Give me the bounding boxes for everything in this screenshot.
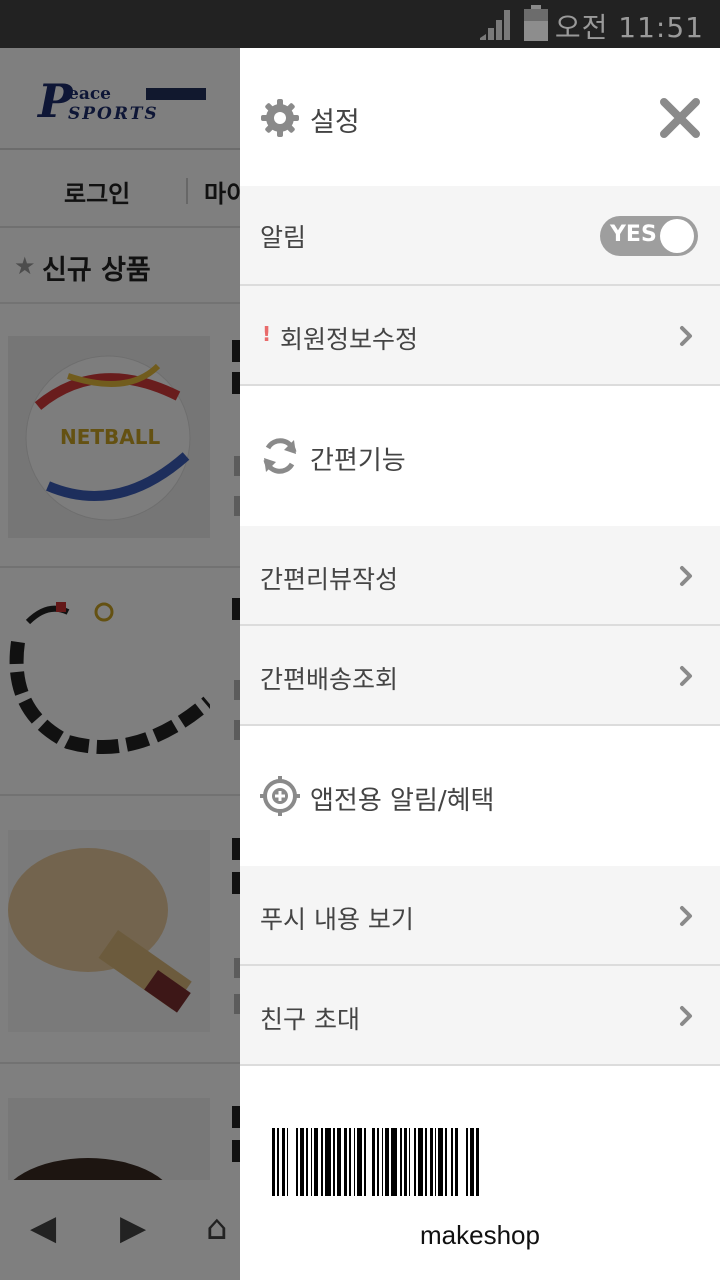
target-plus-icon <box>260 776 300 816</box>
barcode-image <box>272 1128 479 1196</box>
push-view-row[interactable]: 푸시 내용 보기 <box>240 866 720 966</box>
chevron-right-icon <box>680 326 692 346</box>
status-bar: 오전 11:51 <box>0 0 720 48</box>
refresh-icon <box>263 438 297 474</box>
chevron-right-icon <box>680 666 692 686</box>
drawer-header: 설정 <box>240 48 720 186</box>
chevron-right-icon <box>680 906 692 926</box>
signal-icon <box>480 10 510 40</box>
barcode-area: makeshop <box>240 1068 720 1278</box>
quick-review-label: 간편리뷰작성 <box>260 565 399 594</box>
invite-friend-label: 친구 초대 <box>260 1005 360 1034</box>
notification-toggle[interactable]: YES <box>600 216 698 256</box>
status-time: 오전 11:51 <box>554 11 704 44</box>
battery-icon <box>524 5 548 41</box>
quick-function-label: 간편기능 <box>310 446 406 476</box>
chevron-right-icon <box>680 1006 692 1026</box>
quick-review-row[interactable]: 간편리뷰작성 <box>240 526 720 626</box>
drawer-title: 설정 <box>310 107 360 138</box>
close-icon[interactable] <box>658 96 702 140</box>
invite-friend-row[interactable]: 친구 초대 <box>240 966 720 1066</box>
gear-icon <box>261 99 299 137</box>
alert-marker: ! <box>262 322 272 346</box>
notification-row: 알림 YES <box>240 186 720 286</box>
settings-drawer: 설정 알림 YES ! 회원정보수정 간편기능 간편리뷰작성 간편배송조회 앱전… <box>240 48 720 1278</box>
push-view-label: 푸시 내용 보기 <box>260 905 414 934</box>
member-edit-row[interactable]: ! 회원정보수정 <box>240 286 720 386</box>
quick-delivery-row[interactable]: 간편배송조회 <box>240 626 720 726</box>
barcode-text: makeshop <box>420 1220 540 1250</box>
notification-label: 알림 <box>260 223 307 252</box>
quick-function-section: 간편기능 <box>240 386 720 526</box>
quick-delivery-label: 간편배송조회 <box>260 665 399 694</box>
app-benefit-section: 앱전용 알림/혜택 <box>240 726 720 866</box>
app-benefit-label: 앱전용 알림/혜택 <box>310 786 495 816</box>
overlay-dim[interactable] <box>0 48 240 1280</box>
chevron-right-icon <box>680 566 692 586</box>
member-edit-label: 회원정보수정 <box>280 325 419 354</box>
